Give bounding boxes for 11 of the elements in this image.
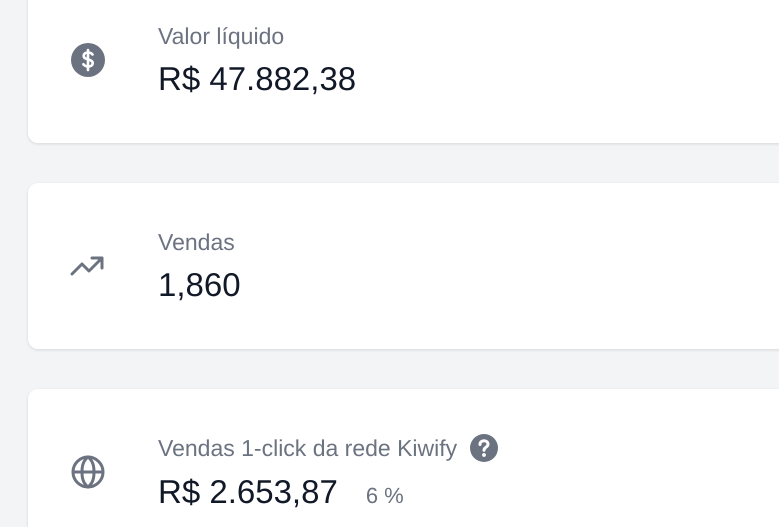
help-icon[interactable] (469, 433, 500, 463)
stat-label: Valor líquido (158, 22, 284, 50)
stat-value: R$ 2.653,87 (158, 473, 338, 511)
trending-up-icon (70, 255, 106, 277)
stat-value: R$ 47.882,38 (158, 60, 356, 98)
stat-value: 1,860 (158, 266, 241, 304)
stat-label: Vendas (158, 228, 235, 256)
stat-label: Vendas 1-click da rede Kiwify (158, 434, 458, 462)
dollar-icon (70, 42, 106, 78)
percent-text: 6 % (366, 483, 404, 509)
globe-icon (70, 454, 106, 490)
